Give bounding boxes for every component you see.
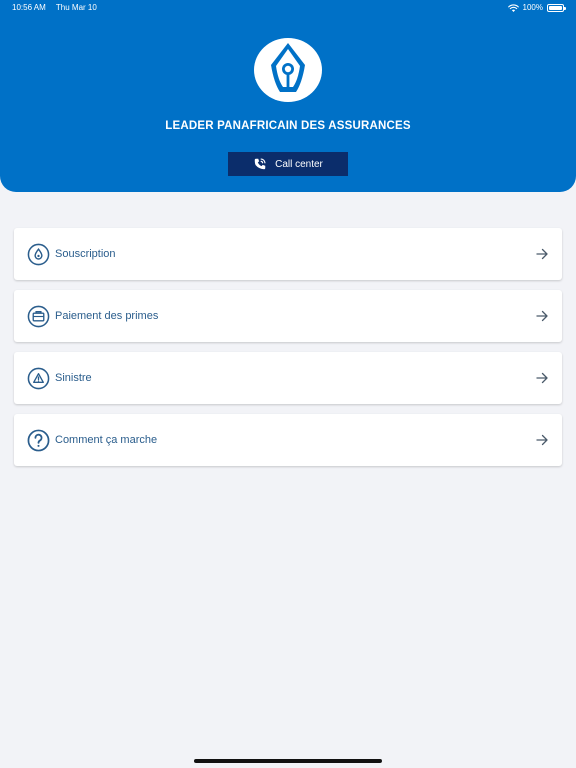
arrow-right-icon: [536, 434, 548, 446]
menu-item-comment-ca-marche[interactable]: Comment ça marche: [14, 414, 562, 466]
menu-item-sinistre[interactable]: Sinistre: [14, 352, 562, 404]
call-center-button[interactable]: Call center: [228, 152, 348, 176]
status-left: 10:56 AM Thu Mar 10: [12, 0, 105, 16]
menu-item-label: Comment ça marche: [55, 434, 158, 446]
battery-icon: [547, 4, 566, 12]
menu-item-souscription[interactable]: Souscription: [14, 228, 562, 280]
header: 10:56 AM Thu Mar 10 100% LEADER PANAFRIC: [0, 0, 576, 192]
droplet-icon: [27, 243, 50, 266]
arrow-right-icon: [536, 372, 548, 384]
arrow-right-icon: [536, 248, 548, 260]
status-date: Thu Mar 10: [55, 3, 97, 12]
battery-percent: 100%: [522, 3, 543, 12]
menu-item-label: Paiement des primes: [55, 310, 159, 322]
status-time: 10:56 AM: [12, 3, 46, 12]
menu-item-paiement-des-primes[interactable]: Paiement des primes: [14, 290, 562, 342]
home-indicator[interactable]: [194, 759, 382, 763]
wifi-icon: [507, 3, 519, 12]
help-icon: [27, 429, 50, 452]
menu-item-label: Souscription: [55, 248, 116, 260]
app-screen: 10:56 AM Thu Mar 10 100% LEADER PANAFRIC: [0, 0, 576, 768]
org-name: LEADER PANAFRICAIN DES ASSURANCES: [165, 120, 411, 132]
status-bar: 10:56 AM Thu Mar 10 100%: [0, 0, 576, 16]
pen-nib-logo: [254, 38, 322, 102]
warning-icon: [27, 367, 50, 390]
menu-item-label: Sinistre: [55, 372, 92, 384]
arrow-right-icon: [536, 310, 548, 322]
status-right: 100%: [507, 0, 566, 16]
phone-call-icon: [254, 158, 266, 170]
call-center-label: Call center: [275, 158, 323, 170]
briefcase-icon: [27, 305, 50, 328]
